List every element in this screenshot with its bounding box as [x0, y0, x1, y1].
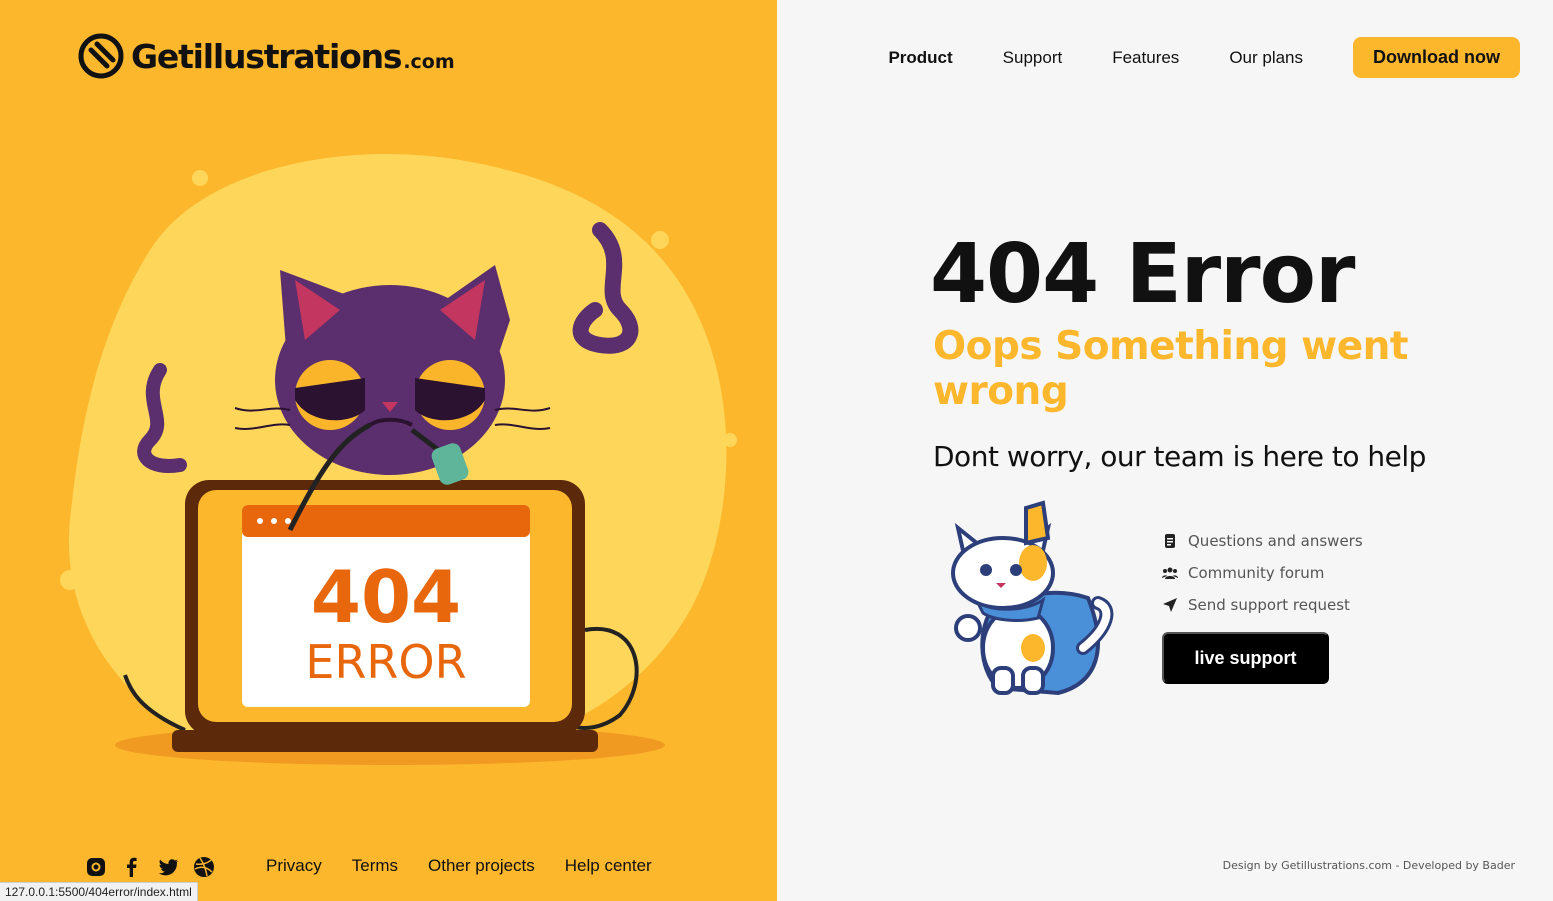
footer-link-help-center[interactable]: Help center [565, 856, 652, 876]
footer-link-other-projects[interactable]: Other projects [428, 856, 535, 876]
page-title: 404 Error [930, 227, 1355, 322]
send-icon [1163, 598, 1177, 612]
dribbble-icon[interactable] [192, 855, 216, 879]
logo[interactable]: Getillustrations .com [77, 32, 455, 80]
logo-name: Getillustrations [131, 36, 403, 76]
document-icon [1165, 534, 1175, 548]
nav-support[interactable]: Support [1003, 48, 1063, 68]
help-message: Dont worry, our team is here to help [933, 440, 1426, 473]
footer-link-terms[interactable]: Terms [352, 856, 398, 876]
link-send-support-request[interactable]: Send support request [1162, 589, 1363, 621]
link-community-forum-label: Community forum [1188, 564, 1325, 582]
facebook-icon[interactable] [120, 855, 144, 879]
logo-suffix: .com [403, 50, 455, 73]
social-links [84, 855, 216, 879]
superhero-cat-illustration [951, 500, 1114, 696]
logo-icon [78, 33, 124, 79]
instagram-icon[interactable] [84, 855, 108, 879]
footer-links: Privacy Terms Other projects Help center [266, 856, 652, 876]
link-questions-answers-label: Questions and answers [1188, 532, 1363, 550]
nav-product[interactable]: Product [888, 48, 952, 68]
users-icon [1162, 567, 1178, 579]
screen-error-text: ERROR [305, 635, 466, 689]
nav-our-plans[interactable]: Our plans [1229, 48, 1303, 68]
download-now-button[interactable]: Download now [1353, 37, 1520, 78]
support-links: Questions and answers Community forum Se… [1162, 525, 1363, 621]
angry-cat-404-illustration: 404 ERROR [60, 154, 737, 765]
status-bar-url: 127.0.0.1:5500/404error/index.html [0, 882, 198, 901]
twitter-icon[interactable] [156, 855, 180, 879]
link-send-support-label: Send support request [1188, 596, 1350, 614]
screen-404-text: 404 [311, 555, 461, 639]
live-support-button[interactable]: live support [1162, 632, 1329, 684]
link-questions-answers[interactable]: Questions and answers [1162, 525, 1363, 557]
left-panel: Getillustrations .com 404 ERROR Privacy … [0, 0, 777, 901]
nav-features[interactable]: Features [1112, 48, 1179, 68]
footer-link-privacy[interactable]: Privacy [266, 856, 322, 876]
page-subtitle: Oops Something went wrong [933, 324, 1409, 414]
link-community-forum[interactable]: Community forum [1162, 557, 1363, 589]
footer-credit: Design by Getillustrations.com - Develop… [1222, 859, 1515, 872]
top-nav: Product Support Features Our plans Downl… [888, 37, 1520, 78]
